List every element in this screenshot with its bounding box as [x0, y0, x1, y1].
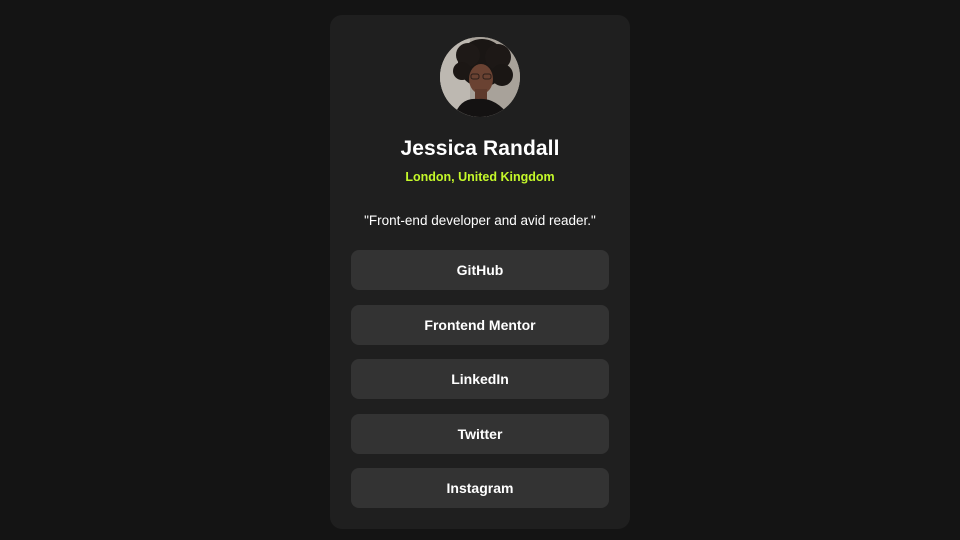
avatar	[440, 37, 520, 117]
twitter-link-button[interactable]: Twitter	[351, 413, 609, 454]
profile-bio: "Front-end developer and avid reader."	[364, 213, 596, 228]
linkedin-link-button[interactable]: LinkedIn	[351, 359, 609, 399]
instagram-link-button[interactable]: Instagram	[351, 468, 609, 508]
profile-location: London, United Kingdom	[405, 170, 555, 184]
profile-photo-icon	[440, 37, 520, 117]
frontend-mentor-link-button[interactable]: Frontend Mentor	[351, 304, 609, 345]
social-links: GitHub Frontend Mentor LinkedIn Twitter …	[351, 250, 609, 523]
profile-card: Jessica Randall London, United Kingdom "…	[330, 15, 630, 529]
github-link-button[interactable]: GitHub	[351, 250, 609, 290]
profile-name: Jessica Randall	[400, 137, 560, 160]
